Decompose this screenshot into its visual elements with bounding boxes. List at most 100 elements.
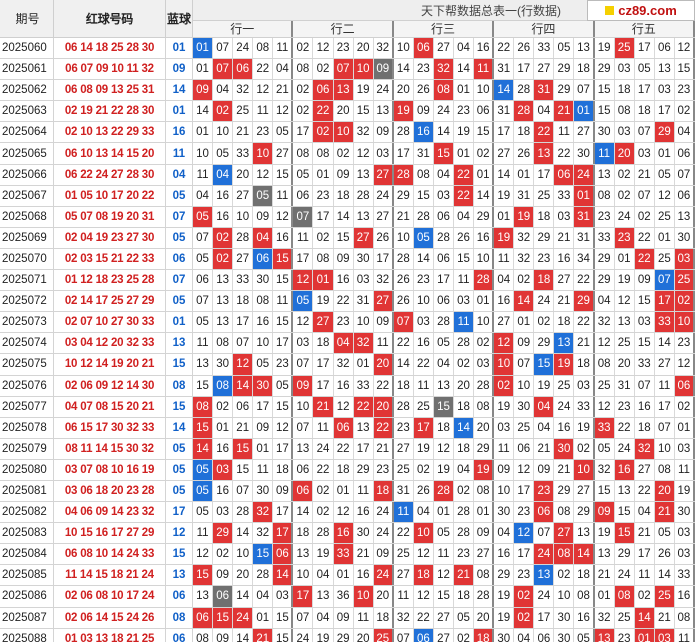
grid-cell: 14 — [394, 59, 414, 80]
table-row[interactable]: 2025070 02 03 15 21 22 33 06 — [0, 248, 193, 271]
grid-row[interactable]: 11 08 07 10 17 03 18 04 32 11 22 16 05 28 02 12 09 29 13 21… — [193, 333, 695, 355]
grid-row[interactable]: 13 06 14 04 03 17 13 36 10 20 11 12 15 18 28 19 02 24 10 08… — [193, 586, 695, 608]
grid-cell: 28 — [253, 565, 274, 586]
grid-cell: 02 — [334, 143, 354, 164]
table-row[interactable]: 2025072 02 14 17 25 27 29 05 — [0, 291, 193, 313]
blue-ball-header[interactable]: 蓝球 — [166, 0, 193, 37]
grid-cell: 27 — [554, 523, 575, 544]
table-row[interactable]: 2025078 06 15 17 30 32 33 14 — [0, 417, 193, 439]
grid-row[interactable]: 14 16 15 01 17 13 24 22 17 21 27 19 12 18 29 11 06 21 30 02… — [193, 438, 695, 460]
table-row[interactable]: 2025080 03 07 08 10 16 19 05 — [0, 459, 193, 481]
grid-row[interactable]: 13 30 12 05 23 07 17 32 01 20 14 22 04 02 03 10 07 15 19 18… — [193, 354, 695, 376]
grid-cell: 22 — [635, 227, 655, 248]
group-header-5[interactable]: 行五 — [595, 21, 695, 37]
grid-row[interactable]: 01 10 21 23 05 17 02 10 32 09 28 16 14 19 15 17 18 22 11 27… — [193, 122, 695, 144]
grid-cell: 15 — [414, 185, 434, 206]
table-row[interactable]: 2025079 08 11 14 15 30 32 05 — [0, 438, 193, 460]
grid-row[interactable]: 01 07 06 22 04 08 02 07 10 09 14 23 32 14 11 31 17 27 29 18… — [193, 59, 695, 81]
table-row[interactable]: 2025062 06 08 09 13 25 31 14 — [0, 80, 193, 102]
group-header-1[interactable]: 行一 — [193, 21, 294, 37]
table-row[interactable]: 2025071 01 12 18 23 25 28 07 — [0, 270, 193, 292]
blue-ball-cell: 07 — [166, 206, 193, 227]
table-row[interactable]: 2025063 02 19 21 22 28 30 01 — [0, 101, 193, 123]
grid-row[interactable]: 05 03 15 11 18 06 22 18 29 23 25 02 19 04 19 09 12 09 21 10… — [193, 459, 695, 481]
table-row[interactable]: 2025087 02 06 14 15 24 26 08 — [0, 607, 193, 629]
table-row[interactable]: 2025076 02 06 09 12 14 30 08 — [0, 375, 193, 397]
grid-row[interactable]: 11 04 20 12 15 05 01 09 13 27 28 08 04 22 01 14 01 17 06 24… — [193, 164, 695, 186]
grid-row[interactable]: 06 13 33 30 15 12 01 16 03 32 26 23 17 11 28 04 02 18 27 22… — [193, 270, 695, 292]
table-row[interactable]: 2025077 04 07 08 15 20 21 15 — [0, 396, 193, 418]
red-balls-cell: 08 11 14 15 30 32 — [54, 438, 166, 459]
grid-row[interactable]: 06 15 24 01 15 07 04 09 11 18 32 22 27 05 20 19 02 17 30 16… — [193, 607, 695, 629]
grid-row[interactable]: 12 02 10 15 06 13 19 33 21 09 25 12 11 23 27 16 17 24 08 14… — [193, 544, 695, 566]
grid-row[interactable]: 09 04 32 12 21 02 06 13 19 24 20 26 08 01 10 14 28 31 29 07… — [193, 80, 695, 102]
group-header-2[interactable]: 行二 — [293, 21, 394, 37]
grid-cell: 15 — [635, 333, 655, 354]
period-header[interactable]: 期号 — [0, 0, 54, 37]
grid-row[interactable]: 11 29 14 32 17 18 28 16 30 24 22 10 05 28 09 04 12 07 27 13… — [193, 523, 695, 545]
grid-cell: 33 — [354, 375, 374, 396]
grid-cell: 27 — [233, 248, 254, 270]
grid-cell: 06 — [313, 80, 334, 101]
table-row[interactable]: 2025068 05 07 08 19 20 31 07 — [0, 206, 193, 228]
grid-cell: 05 — [574, 628, 595, 642]
table-row[interactable]: 2025085 11 14 15 18 21 24 13 — [0, 565, 193, 587]
table-row[interactable]: 2025081 03 06 18 20 23 28 05 — [0, 480, 193, 503]
grid-row[interactable]: 05 13 17 16 15 12 27 23 10 09 07 03 28 11 10 27 01 02 18 22… — [193, 312, 695, 334]
grid-cell: 13 — [293, 544, 314, 565]
grid-row[interactable]: 05 16 07 30 09 06 02 01 11 18 31 26 28 02 08 10 17 23 29 27… — [193, 480, 695, 503]
group-header-4[interactable]: 行四 — [494, 21, 595, 37]
grid-row[interactable]: 05 03 28 32 17 14 02 12 16 24 11 04 01 28 01 30 23 06 08 29… — [193, 502, 695, 524]
grid-cell: 12 — [313, 38, 334, 59]
grid-cell: 02 — [213, 227, 234, 248]
grid-cell: 21 — [233, 122, 254, 143]
grid-cell: 05 — [293, 291, 314, 312]
grid-cell: 11 — [655, 375, 675, 396]
grid-row[interactable]: 07 02 28 04 16 11 02 15 27 26 10 05 28 26 16 19 32 29 21 31… — [193, 227, 695, 249]
grid-row[interactable]: 04 16 27 05 11 06 23 18 28 24 29 15 03 22 14 19 31 25 33 01… — [193, 185, 695, 207]
grid-row[interactable]: 14 02 25 11 12 02 22 20 15 13 19 09 24 23 06 31 28 04 21 01… — [193, 101, 695, 123]
table-row[interactable]: 2025064 02 10 13 22 29 33 16 — [0, 122, 193, 144]
table-row[interactable]: 2025086 02 06 08 10 17 24 06 — [0, 586, 193, 608]
table-row[interactable]: 2025088 01 03 13 18 21 25 06 — [0, 628, 193, 642]
grid-row[interactable]: 08 02 06 17 15 10 21 12 22 20 28 25 15 18 08 19 30 04 24 33… — [193, 396, 695, 418]
table-row[interactable]: 2025083 10 15 16 17 27 29 12 — [0, 523, 193, 545]
table-row[interactable]: 2025074 03 04 12 20 32 33 13 — [0, 333, 193, 355]
table-row[interactable]: 2025084 06 08 10 14 24 33 15 — [0, 544, 193, 566]
grid-cell: 32 — [374, 38, 394, 59]
grid-row[interactable]: 05 02 27 06 15 17 08 09 30 17 28 14 06 15 10 11 32 23 16 34… — [193, 248, 695, 271]
grid-cell: 15 — [474, 122, 495, 143]
table-row[interactable]: 2025061 06 07 09 10 11 32 09 — [0, 59, 193, 81]
grid-cell: 19 — [393, 101, 414, 122]
grid-row[interactable]: 15 01 21 09 12 07 11 06 13 22 23 17 18 14 20 03 25 04 16 19… — [193, 417, 695, 439]
grid-row[interactable]: 15 08 14 30 05 09 17 16 33 22 18 11 13 20 28 02 10 19 25 03… — [193, 375, 695, 397]
red-balls-header[interactable]: 红球号码 — [54, 0, 166, 37]
grid-cell: 08 — [293, 59, 314, 80]
grid-row[interactable]: 01 07 24 08 11 02 12 23 20 32 10 06 27 04 16 22 26 33 05 13… — [193, 38, 695, 60]
table-row[interactable]: 2025066 06 22 24 27 28 30 04 — [0, 164, 193, 186]
table-row[interactable]: 2025075 10 12 14 19 20 21 15 — [0, 354, 193, 376]
grid-cell: 31 — [494, 101, 515, 122]
grid-row[interactable]: 07 13 18 08 11 05 19 22 31 27 26 10 06 03 01 16 14 24 21 29… — [193, 291, 695, 313]
grid-row[interactable]: 15 09 20 28 14 10 04 01 16 24 27 18 12 21 08 29 23 13 02 18… — [193, 565, 695, 587]
grid-cell: 32 — [634, 438, 655, 459]
group-header-3[interactable]: 行三 — [394, 21, 495, 37]
table-row[interactable]: 2025069 02 04 19 23 27 30 05 — [0, 227, 193, 249]
grid-cell: 23 — [514, 502, 535, 523]
table-row[interactable]: 2025073 02 07 10 27 30 33 01 — [0, 312, 193, 334]
grid-cell: 04 — [454, 206, 475, 227]
grid-row[interactable]: 08 09 14 21 15 24 19 29 20 25 07 06 27 02 18 30 04 06 30 05… — [193, 628, 695, 642]
grid-cell: 11 — [394, 586, 414, 607]
table-row[interactable]: 2025067 01 05 10 17 20 22 05 — [0, 185, 193, 207]
table-row[interactable]: 2025060 06 14 18 25 28 30 01 — [0, 38, 193, 60]
table-row[interactable]: 2025065 06 10 13 14 15 20 11 — [0, 143, 193, 165]
grid-cell: 30 — [574, 143, 595, 164]
grid-cell: 05 — [554, 38, 575, 59]
grid-row[interactable]: 10 05 33 10 27 08 08 02 12 03 17 31 15 01 02 27 26 13 22 30… — [193, 143, 695, 165]
grid-cell: 20 — [654, 480, 675, 502]
grid-cell: 24 — [374, 80, 394, 101]
grid-row[interactable]: 05 16 10 09 12 07 17 14 13 27 21 28 06 04 29 01 19 18 03 31… — [193, 206, 695, 228]
table-row[interactable]: 2025082 04 06 09 14 23 32 17 — [0, 502, 193, 524]
grid-cell: 12 — [434, 565, 455, 586]
grid-cell: 28 — [514, 101, 535, 122]
